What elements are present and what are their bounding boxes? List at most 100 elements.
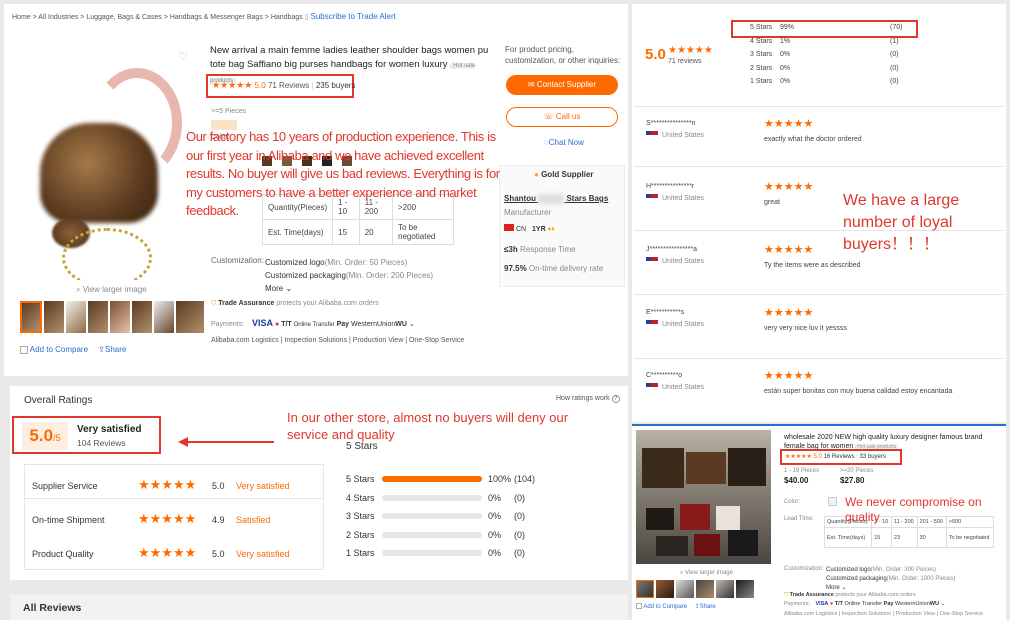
- online-transfer-icon: Online Transfer: [844, 601, 883, 607]
- reviews-link[interactable]: 16 Reviews: [824, 454, 855, 460]
- share-link[interactable]: Share: [700, 604, 716, 610]
- thumbnail[interactable]: [20, 301, 42, 333]
- metric-stars: ★★★★★: [138, 477, 197, 492]
- heart-icon[interactable]: ♡: [762, 432, 769, 441]
- service-link[interactable]: Inspection Solutions: [284, 337, 347, 344]
- contact-supplier-button[interactable]: ✉ Contact Supplier: [506, 75, 618, 95]
- bag-body: [40, 123, 158, 223]
- call-us-label: Call us: [555, 112, 581, 121]
- breakdown-pct: 1%: [780, 37, 791, 45]
- service-links: Alibaba.com Logistics | Inspection Solut…: [211, 337, 465, 344]
- product-title-text: New arrival a main femme ladies leather …: [210, 45, 489, 70]
- chevron-down-icon[interactable]: ⌄: [940, 601, 945, 607]
- service-link[interactable]: Alibaba.com Logistics: [784, 611, 837, 617]
- response-label: Response Time: [519, 245, 576, 254]
- service-link[interactable]: One-Stop Service: [940, 611, 983, 617]
- breakdown-count: (1): [890, 37, 899, 45]
- review-user: S***************n: [646, 120, 696, 127]
- compare-checkbox[interactable]: [20, 345, 28, 354]
- thumbnail[interactable]: [696, 580, 714, 598]
- table-row: Est. Time(days) 15 23 30 To be negotiate…: [823, 527, 995, 548]
- breadcrumb-item[interactable]: Handbags & Messenger Bags: [170, 14, 263, 21]
- quality-annotation: We never compromise on quality: [845, 495, 982, 524]
- supplier-name[interactable]: Shantou Stars Bags: [504, 194, 608, 204]
- breakdown-row: 4 Stars 0% (0): [346, 489, 606, 508]
- breakdown-row: 5 Stars 100% (104): [346, 470, 606, 489]
- breakdown-row: 2 Stars 0% (0): [346, 526, 606, 545]
- service-link[interactable]: One-Stop Service: [409, 337, 464, 344]
- add-compare-link[interactable]: Add to Compare: [30, 345, 88, 354]
- customization-label: Customization:: [211, 256, 264, 265]
- shelf: [728, 448, 766, 486]
- metric-row: Supplier Service ★★★★★ 5.0 Very satisfied: [32, 477, 322, 493]
- bag-item: [694, 534, 720, 556]
- more-link[interactable]: More ⌄: [265, 282, 433, 295]
- thumbnail[interactable]: [176, 301, 204, 333]
- trade-assurance-title: Trade Assurance: [218, 300, 275, 307]
- payments-label: Payments:: [784, 601, 810, 607]
- pay-icon: Pay: [883, 601, 894, 607]
- thumbnail[interactable]: [66, 301, 86, 333]
- service-link[interactable]: Production View: [353, 337, 403, 344]
- mail-icon: ✉: [527, 80, 535, 89]
- payments-label: Payments:: [211, 321, 245, 328]
- thumbnail[interactable]: [154, 301, 174, 333]
- table-cell: To be negotiated: [392, 219, 454, 245]
- thumbnail[interactable]: [736, 580, 754, 598]
- thumbnail[interactable]: [132, 301, 152, 333]
- second-product-image[interactable]: [636, 430, 771, 564]
- metric-row: On-time Shipment ★★★★★ 4.9 Satisfied: [32, 511, 322, 527]
- thumbnail[interactable]: [110, 301, 130, 333]
- shelf: [642, 448, 684, 488]
- table-cell: 20: [358, 219, 394, 245]
- customization-item: Customized logo(Min. Order: 50 Pieces): [265, 256, 433, 269]
- tt-icon: T/T: [834, 601, 843, 607]
- heart-icon[interactable]: ♡: [178, 50, 188, 63]
- thumbnail-strip: [636, 580, 756, 600]
- chat-now-link[interactable]: ◌Chat Now: [544, 138, 584, 147]
- subscribe-link[interactable]: Subscribe to Trade Alert: [311, 12, 396, 21]
- customization-note: (Min. Order: 50 Pieces): [324, 258, 408, 267]
- thumbnail[interactable]: [636, 580, 654, 598]
- all-reviews-bar: [10, 594, 628, 620]
- share-icon[interactable]: ⇪: [98, 345, 105, 354]
- breakdown-bar: [382, 531, 482, 538]
- view-larger-link[interactable]: ⌕ View larger image: [76, 285, 147, 295]
- service-link[interactable]: Production View: [895, 611, 935, 617]
- thumbnail[interactable]: [716, 580, 734, 598]
- thumbnail[interactable]: [44, 301, 64, 333]
- breakdown-fill: [382, 476, 482, 483]
- service-link[interactable]: Inspection Solutions: [842, 611, 891, 617]
- share-link[interactable]: Share: [105, 345, 126, 354]
- visa-icon: VISA: [815, 601, 829, 607]
- chain: [62, 228, 152, 280]
- breakdown-row: 1 Stars 0% (0): [750, 78, 910, 92]
- thumbnail[interactable]: [88, 301, 108, 333]
- product-image[interactable]: [22, 48, 198, 280]
- color-swatch[interactable]: [828, 497, 837, 506]
- breadcrumb-item[interactable]: All Industries: [38, 14, 78, 21]
- trade-assurance: ⛉ Trade Assurance protects your Alibaba.…: [211, 300, 379, 308]
- compare-checkbox[interactable]: [636, 603, 642, 610]
- chevron-down-icon[interactable]: ⌄: [409, 321, 415, 328]
- breadcrumb-item[interactable]: Handbags: [271, 14, 303, 21]
- breadcrumb-item[interactable]: Luggage, Bags & Cases: [86, 14, 162, 21]
- review-text: están super bonitas con muy buena calida…: [764, 388, 953, 395]
- phone-icon: ☏: [543, 112, 554, 121]
- breadcrumb-item[interactable]: Home: [12, 14, 31, 21]
- service-link[interactable]: Alibaba.com Logistics: [211, 337, 279, 344]
- breakdown-bar: [382, 494, 482, 501]
- redacted-block: [538, 194, 565, 204]
- customization-item: Customized packaging(Min. Order: 200 Pie…: [265, 269, 433, 282]
- buyers-count: 33 buyers: [859, 454, 886, 460]
- breakdown-count: (70): [890, 24, 903, 31]
- add-compare-link[interactable]: Add to Compare: [643, 604, 687, 610]
- reviews-link[interactable]: 71 Reviews: [268, 81, 309, 90]
- metric-value: 5.0: [212, 481, 225, 491]
- call-us-button[interactable]: ☏ Call us: [506, 107, 618, 127]
- how-ratings-work[interactable]: How ratings work ?: [556, 395, 620, 403]
- thumbnail[interactable]: [676, 580, 694, 598]
- thumbnail[interactable]: [656, 580, 674, 598]
- view-larger-link[interactable]: ⌕ View larger image: [680, 570, 733, 577]
- rating-stars: ★★★★★: [212, 80, 253, 90]
